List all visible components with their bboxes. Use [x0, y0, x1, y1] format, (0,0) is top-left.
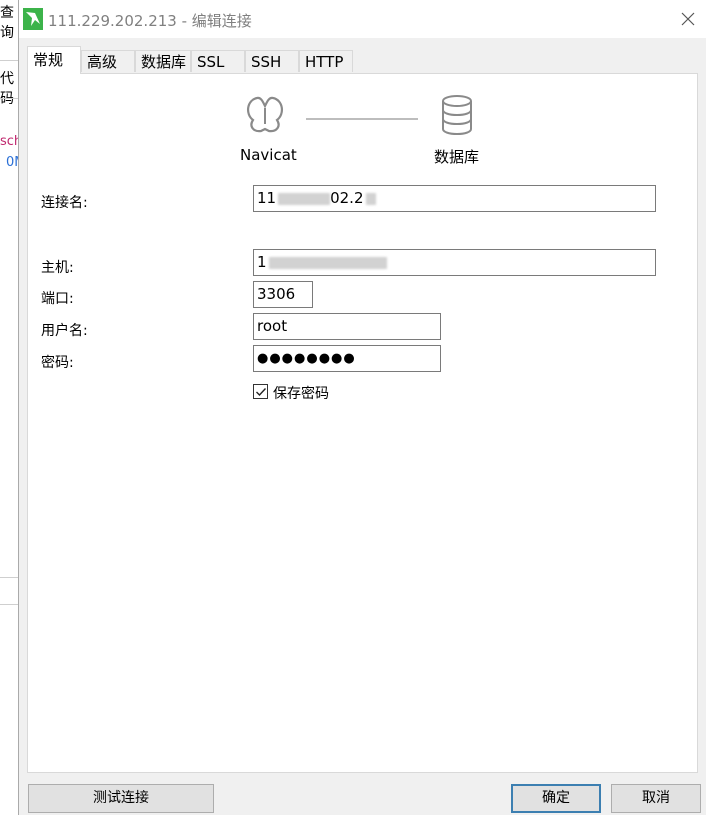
navicat-app-icon — [23, 8, 43, 30]
password-label: 密码: — [41, 355, 74, 371]
connection-line — [306, 118, 418, 120]
bg-divider — [0, 60, 20, 61]
navicat-logo-icon — [247, 96, 283, 133]
bg-divider — [0, 577, 20, 578]
title-bar[interactable]: 111.229.202.213 - 编辑连接 — [19, 0, 706, 38]
port-label: 端口: — [41, 291, 74, 307]
edit-connection-dialog: 111.229.202.213 - 编辑连接 常规 高级 数据库 SSL SSH… — [18, 0, 706, 815]
bg-tab-text: 代码 — [0, 71, 14, 107]
username-input[interactable]: root — [253, 313, 441, 340]
connection-name-value-suffix: 02.2 — [330, 189, 364, 207]
bg-menu-text: 查询 — [0, 5, 14, 41]
general-tab-panel: Navicat 数据库 连接名: 11 02.2 主机: 1 端口: 3306 用… — [27, 73, 698, 773]
ok-button[interactable]: 确定 — [511, 784, 601, 813]
tab-ssh[interactable]: SSH — [245, 50, 299, 72]
save-password-label: 保存密码 — [273, 386, 329, 402]
checkmark-icon — [256, 388, 267, 397]
database-icon — [442, 95, 472, 136]
save-password-checkbox[interactable] — [253, 384, 268, 399]
cancel-button[interactable]: 取消 — [611, 784, 701, 813]
host-value: 1 — [257, 253, 267, 271]
bg-divider — [0, 98, 20, 99]
window-title: 111.229.202.213 - 编辑连接 — [48, 12, 252, 30]
tab-databases[interactable]: 数据库 — [135, 50, 191, 72]
tab-advanced[interactable]: 高级 — [81, 50, 135, 72]
password-input[interactable]: ●●●●●●●● — [253, 345, 441, 372]
tab-http[interactable]: HTTP — [299, 50, 353, 72]
bg-divider — [0, 604, 20, 605]
redaction-blur — [278, 192, 331, 205]
host-label: 主机: — [41, 260, 74, 276]
navicat-label: Navicat — [240, 146, 297, 164]
port-input[interactable]: 3306 — [253, 281, 313, 308]
tab-ssl[interactable]: SSL — [191, 50, 245, 72]
redaction-blur — [365, 192, 376, 205]
test-connection-button[interactable]: 测试连接 — [28, 784, 214, 813]
database-label: 数据库 — [434, 148, 480, 166]
username-label: 用户名: — [41, 323, 88, 339]
connection-name-value-prefix: 11 — [257, 189, 277, 207]
connection-name-label: 连接名: — [41, 195, 88, 211]
close-icon[interactable] — [677, 8, 699, 30]
connection-name-input[interactable]: 11 02.2 — [253, 185, 656, 212]
redaction-blur — [268, 256, 387, 269]
host-input[interactable]: 1 — [253, 249, 656, 276]
tab-general[interactable]: 常规 — [27, 46, 81, 74]
